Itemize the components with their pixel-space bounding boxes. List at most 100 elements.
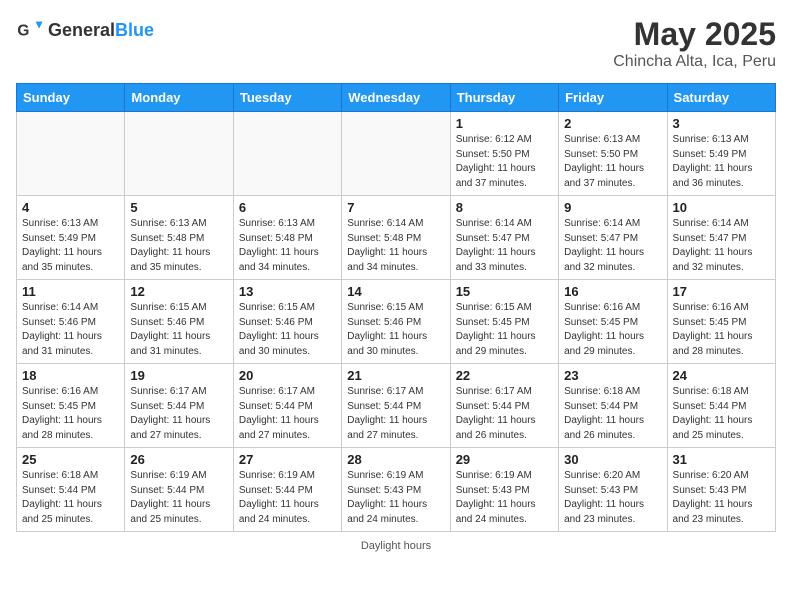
calendar-cell: 24Sunrise: 6:18 AM Sunset: 5:44 PM Dayli… [667, 364, 775, 448]
day-number: 16 [564, 284, 661, 299]
calendar-cell: 9Sunrise: 6:14 AM Sunset: 5:47 PM Daylig… [559, 196, 667, 280]
calendar-cell: 13 Sunrise: 6:15 AM Sunset: 5:46 PM Dayli… [233, 280, 341, 364]
day-number: 11 [22, 284, 119, 299]
week-row-5: 25 Sunrise: 6:18 AM Sunset: 5:44 PM Dayli… [17, 448, 776, 532]
day-number: 23 [564, 368, 661, 383]
calendar-cell: 5 Sunrise: 6:13 AM Sunset: 5:48 PM Daylig… [125, 196, 233, 280]
day-info: Sunrise: 6:14 AM Sunset: 5:46 PM Dayligh… [22, 301, 119, 359]
day-info: Sunrise: 6:14 AM Sunset: 5:47 PM Dayligh… [673, 217, 770, 275]
calendar-cell: 22Sunrise: 6:17 AM Sunset: 5:44 PM Dayli… [450, 364, 558, 448]
weekday-header-friday: Friday [559, 84, 667, 112]
calendar-table: SundayMondayTuesdayWednesdayThursdayFrid… [16, 83, 776, 532]
day-number: 13 [239, 284, 336, 299]
calendar-cell: 28 Sunrise: 6:19 AM Sunset: 5:43 PM Dayli… [342, 448, 450, 532]
day-number: 4 [22, 200, 119, 215]
logo-general: General [48, 20, 115, 40]
calendar-cell: 31 Sunrise: 6:20 AM Sunset: 5:43 PM Dayli… [667, 448, 775, 532]
calendar-cell: 16Sunrise: 6:16 AM Sunset: 5:45 PM Dayli… [559, 280, 667, 364]
day-info: Sunrise: 6:18 AM Sunset: 5:44 PM Dayligh… [22, 469, 119, 527]
header: G GeneralBlue May 2025 Chincha Alta, Ica… [16, 16, 776, 71]
svg-text:G: G [17, 23, 29, 40]
calendar-cell: 12Sunrise: 6:15 AM Sunset: 5:46 PM Dayli… [125, 280, 233, 364]
week-row-1: 1 Sunrise: 6:12 AM Sunset: 5:50 PM Daylig… [17, 112, 776, 196]
calendar-cell: 3 Sunrise: 6:13 AM Sunset: 5:49 PM Daylig… [667, 112, 775, 196]
day-number: 26 [130, 452, 227, 467]
day-number: 2 [564, 116, 661, 131]
day-info: Sunrise: 6:13 AM Sunset: 5:49 PM Dayligh… [22, 217, 119, 275]
day-number: 12 [130, 284, 227, 299]
day-number: 14 [347, 284, 444, 299]
calendar-cell: 23 Sunrise: 6:18 AM Sunset: 5:44 PM Dayli… [559, 364, 667, 448]
week-row-4: 18Sunrise: 6:16 AM Sunset: 5:45 PM Dayli… [17, 364, 776, 448]
day-info: Sunrise: 6:16 AM Sunset: 5:45 PM Dayligh… [22, 385, 119, 443]
day-number: 25 [22, 452, 119, 467]
day-info: Sunrise: 6:17 AM Sunset: 5:44 PM Dayligh… [347, 385, 444, 443]
day-number: 15 [456, 284, 553, 299]
weekday-header-saturday: Saturday [667, 84, 775, 112]
day-number: 5 [130, 200, 227, 215]
calendar-cell: 30 Sunrise: 6:20 AM Sunset: 5:43 PM Dayli… [559, 448, 667, 532]
calendar-cell [233, 112, 341, 196]
weekday-header-wednesday: Wednesday [342, 84, 450, 112]
calendar-cell [125, 112, 233, 196]
day-info: Sunrise: 6:15 AM Sunset: 5:46 PM Dayligh… [239, 301, 336, 359]
day-info: Sunrise: 6:18 AM Sunset: 5:44 PM Dayligh… [564, 385, 661, 443]
calendar-cell: 7 Sunrise: 6:14 AM Sunset: 5:48 PM Daylig… [342, 196, 450, 280]
weekday-header-tuesday: Tuesday [233, 84, 341, 112]
calendar-cell: 15 Sunrise: 6:15 AM Sunset: 5:45 PM Dayli… [450, 280, 558, 364]
weekday-header-sunday: Sunday [17, 84, 125, 112]
day-number: 29 [456, 452, 553, 467]
day-info: Sunrise: 6:19 AM Sunset: 5:43 PM Dayligh… [456, 469, 553, 527]
weekday-header-monday: Monday [125, 84, 233, 112]
day-number: 27 [239, 452, 336, 467]
calendar-cell: 18Sunrise: 6:16 AM Sunset: 5:45 PM Dayli… [17, 364, 125, 448]
day-info: Sunrise: 6:13 AM Sunset: 5:49 PM Dayligh… [673, 133, 770, 191]
day-info: Sunrise: 6:20 AM Sunset: 5:43 PM Dayligh… [673, 469, 770, 527]
day-info: Sunrise: 6:13 AM Sunset: 5:48 PM Dayligh… [130, 217, 227, 275]
week-row-3: 11 Sunrise: 6:14 AM Sunset: 5:46 PM Dayli… [17, 280, 776, 364]
calendar-cell: 27 Sunrise: 6:19 AM Sunset: 5:44 PM Dayli… [233, 448, 341, 532]
calendar-cell: 4 Sunrise: 6:13 AM Sunset: 5:49 PM Daylig… [17, 196, 125, 280]
calendar-cell: 2Sunrise: 6:13 AM Sunset: 5:50 PM Daylig… [559, 112, 667, 196]
calendar-cell: 10 Sunrise: 6:14 AM Sunset: 5:47 PM Dayli… [667, 196, 775, 280]
calendar-cell: 19 Sunrise: 6:17 AM Sunset: 5:44 PM Dayli… [125, 364, 233, 448]
day-number: 1 [456, 116, 553, 131]
logo-icon: G [16, 16, 44, 44]
day-info: Sunrise: 6:14 AM Sunset: 5:47 PM Dayligh… [564, 217, 661, 275]
day-info: Sunrise: 6:14 AM Sunset: 5:48 PM Dayligh… [347, 217, 444, 275]
day-number: 7 [347, 200, 444, 215]
day-info: Sunrise: 6:18 AM Sunset: 5:44 PM Dayligh… [673, 385, 770, 443]
calendar-cell: 25 Sunrise: 6:18 AM Sunset: 5:44 PM Dayli… [17, 448, 125, 532]
title-area: May 2025 Chincha Alta, Ica, Peru [613, 16, 776, 71]
calendar-cell: 17 Sunrise: 6:16 AM Sunset: 5:45 PM Dayli… [667, 280, 775, 364]
day-info: Sunrise: 6:14 AM Sunset: 5:47 PM Dayligh… [456, 217, 553, 275]
day-number: 6 [239, 200, 336, 215]
calendar-cell: 14Sunrise: 6:15 AM Sunset: 5:46 PM Dayli… [342, 280, 450, 364]
day-info: Sunrise: 6:17 AM Sunset: 5:44 PM Dayligh… [130, 385, 227, 443]
day-info: Sunrise: 6:20 AM Sunset: 5:43 PM Dayligh… [564, 469, 661, 527]
day-info: Sunrise: 6:13 AM Sunset: 5:48 PM Dayligh… [239, 217, 336, 275]
day-number: 19 [130, 368, 227, 383]
calendar-cell [17, 112, 125, 196]
day-info: Sunrise: 6:19 AM Sunset: 5:44 PM Dayligh… [130, 469, 227, 527]
day-number: 10 [673, 200, 770, 215]
day-info: Sunrise: 6:16 AM Sunset: 5:45 PM Dayligh… [673, 301, 770, 359]
weekday-header-thursday: Thursday [450, 84, 558, 112]
day-number: 31 [673, 452, 770, 467]
day-info: Sunrise: 6:19 AM Sunset: 5:44 PM Dayligh… [239, 469, 336, 527]
day-info: Sunrise: 6:19 AM Sunset: 5:43 PM Dayligh… [347, 469, 444, 527]
day-info: Sunrise: 6:15 AM Sunset: 5:45 PM Dayligh… [456, 301, 553, 359]
day-number: 3 [673, 116, 770, 131]
calendar-cell: 21Sunrise: 6:17 AM Sunset: 5:44 PM Dayli… [342, 364, 450, 448]
calendar-cell: 1 Sunrise: 6:12 AM Sunset: 5:50 PM Daylig… [450, 112, 558, 196]
day-info: Sunrise: 6:12 AM Sunset: 5:50 PM Dayligh… [456, 133, 553, 191]
calendar-cell: 26 Sunrise: 6:19 AM Sunset: 5:44 PM Dayli… [125, 448, 233, 532]
day-number: 17 [673, 284, 770, 299]
logo-text: GeneralBlue [48, 20, 154, 41]
day-number: 28 [347, 452, 444, 467]
logo: G GeneralBlue [16, 16, 154, 44]
logo-blue: Blue [115, 20, 154, 40]
day-number: 30 [564, 452, 661, 467]
footer-note: Daylight hours [16, 540, 776, 552]
weekday-header-row: SundayMondayTuesdayWednesdayThursdayFrid… [17, 84, 776, 112]
